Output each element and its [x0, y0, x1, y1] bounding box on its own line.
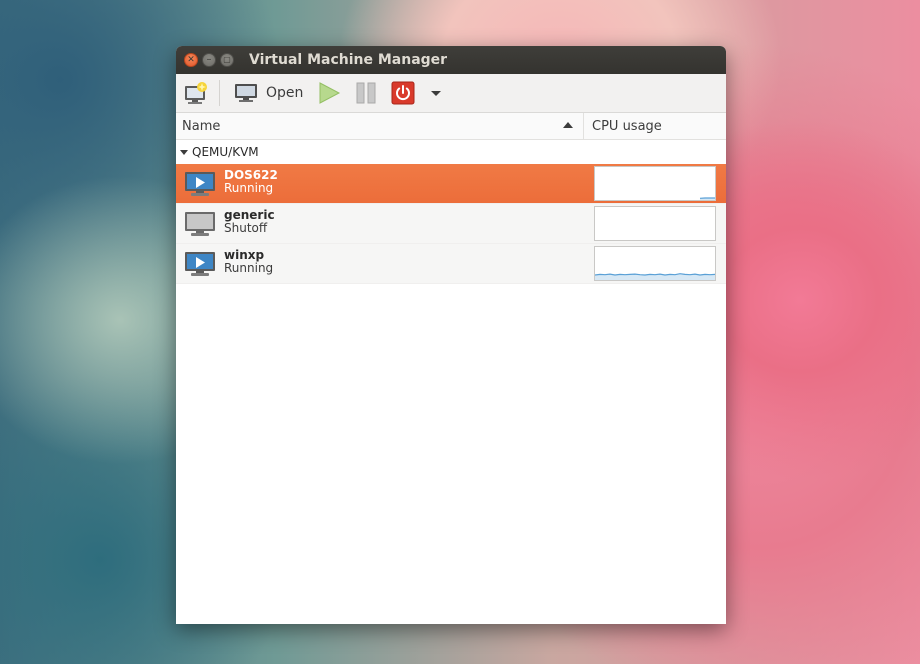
- toolbar: Open: [176, 74, 726, 113]
- vm-status: Running: [224, 181, 274, 195]
- expander-icon[interactable]: [180, 149, 188, 155]
- name-column-label: Name: [182, 118, 221, 134]
- power-icon: [391, 81, 415, 105]
- cpu-usage-graph: [594, 206, 716, 241]
- cpu-column-label: CPU usage: [592, 118, 662, 134]
- vm-running-icon: [184, 251, 216, 277]
- maximize-icon: ▢: [223, 55, 231, 64]
- vm-row[interactable]: DOS622 Running: [176, 164, 726, 204]
- close-window-button[interactable]: ✕: [184, 53, 198, 67]
- open-button-label: Open: [266, 85, 304, 101]
- connection-label: QEMU/KVM: [192, 145, 259, 159]
- vm-status: Shutoff: [224, 221, 268, 235]
- vm-text: DOS622 Running: [224, 169, 278, 195]
- new-vm-button[interactable]: [183, 79, 209, 107]
- window-title: Virtual Machine Manager: [249, 52, 448, 68]
- title-bar[interactable]: ✕ – ▢ Virtual Machine Manager: [176, 46, 726, 74]
- cpu-usage-graph: [594, 166, 716, 201]
- play-icon: [319, 82, 341, 104]
- shutdown-button[interactable]: [391, 79, 415, 107]
- minimize-icon: –: [206, 54, 212, 65]
- pause-icon: [356, 82, 376, 104]
- maximize-window-button[interactable]: ▢: [220, 53, 234, 67]
- open-button[interactable]: Open: [234, 79, 303, 107]
- pause-button[interactable]: [354, 79, 378, 107]
- vm-row[interactable]: winxp Running: [176, 244, 726, 284]
- minimize-window-button[interactable]: –: [202, 53, 216, 67]
- vm-list: DOS622 Running generic Shutoff winxp Running: [176, 164, 726, 284]
- vm-status: Running: [224, 261, 274, 275]
- new-vm-icon: [185, 82, 207, 104]
- vm-text: generic Shutoff: [224, 209, 275, 235]
- shutdown-options-dropdown[interactable]: [430, 79, 442, 107]
- connection-group-row[interactable]: QEMU/KVM: [176, 140, 726, 164]
- cpu-usage-column-header[interactable]: CPU usage: [584, 113, 726, 139]
- vm-manager-window: ✕ – ▢ Virtual Machine Manager Open Name …: [176, 46, 726, 624]
- vm-shutoff-icon: [184, 211, 216, 237]
- monitor-icon: [235, 84, 257, 102]
- dropdown-icon: [431, 91, 441, 96]
- sort-ascending-icon: [563, 122, 573, 128]
- vm-list-header: Name CPU usage: [176, 113, 726, 140]
- run-button[interactable]: [317, 79, 341, 107]
- toolbar-separator: [219, 80, 220, 106]
- cpu-usage-graph: [594, 246, 716, 281]
- vm-text: winxp Running: [224, 249, 273, 275]
- vm-row[interactable]: generic Shutoff: [176, 204, 726, 244]
- name-column-header[interactable]: Name: [176, 113, 584, 139]
- close-icon: ✕: [187, 54, 195, 65]
- vm-running-icon: [184, 171, 216, 197]
